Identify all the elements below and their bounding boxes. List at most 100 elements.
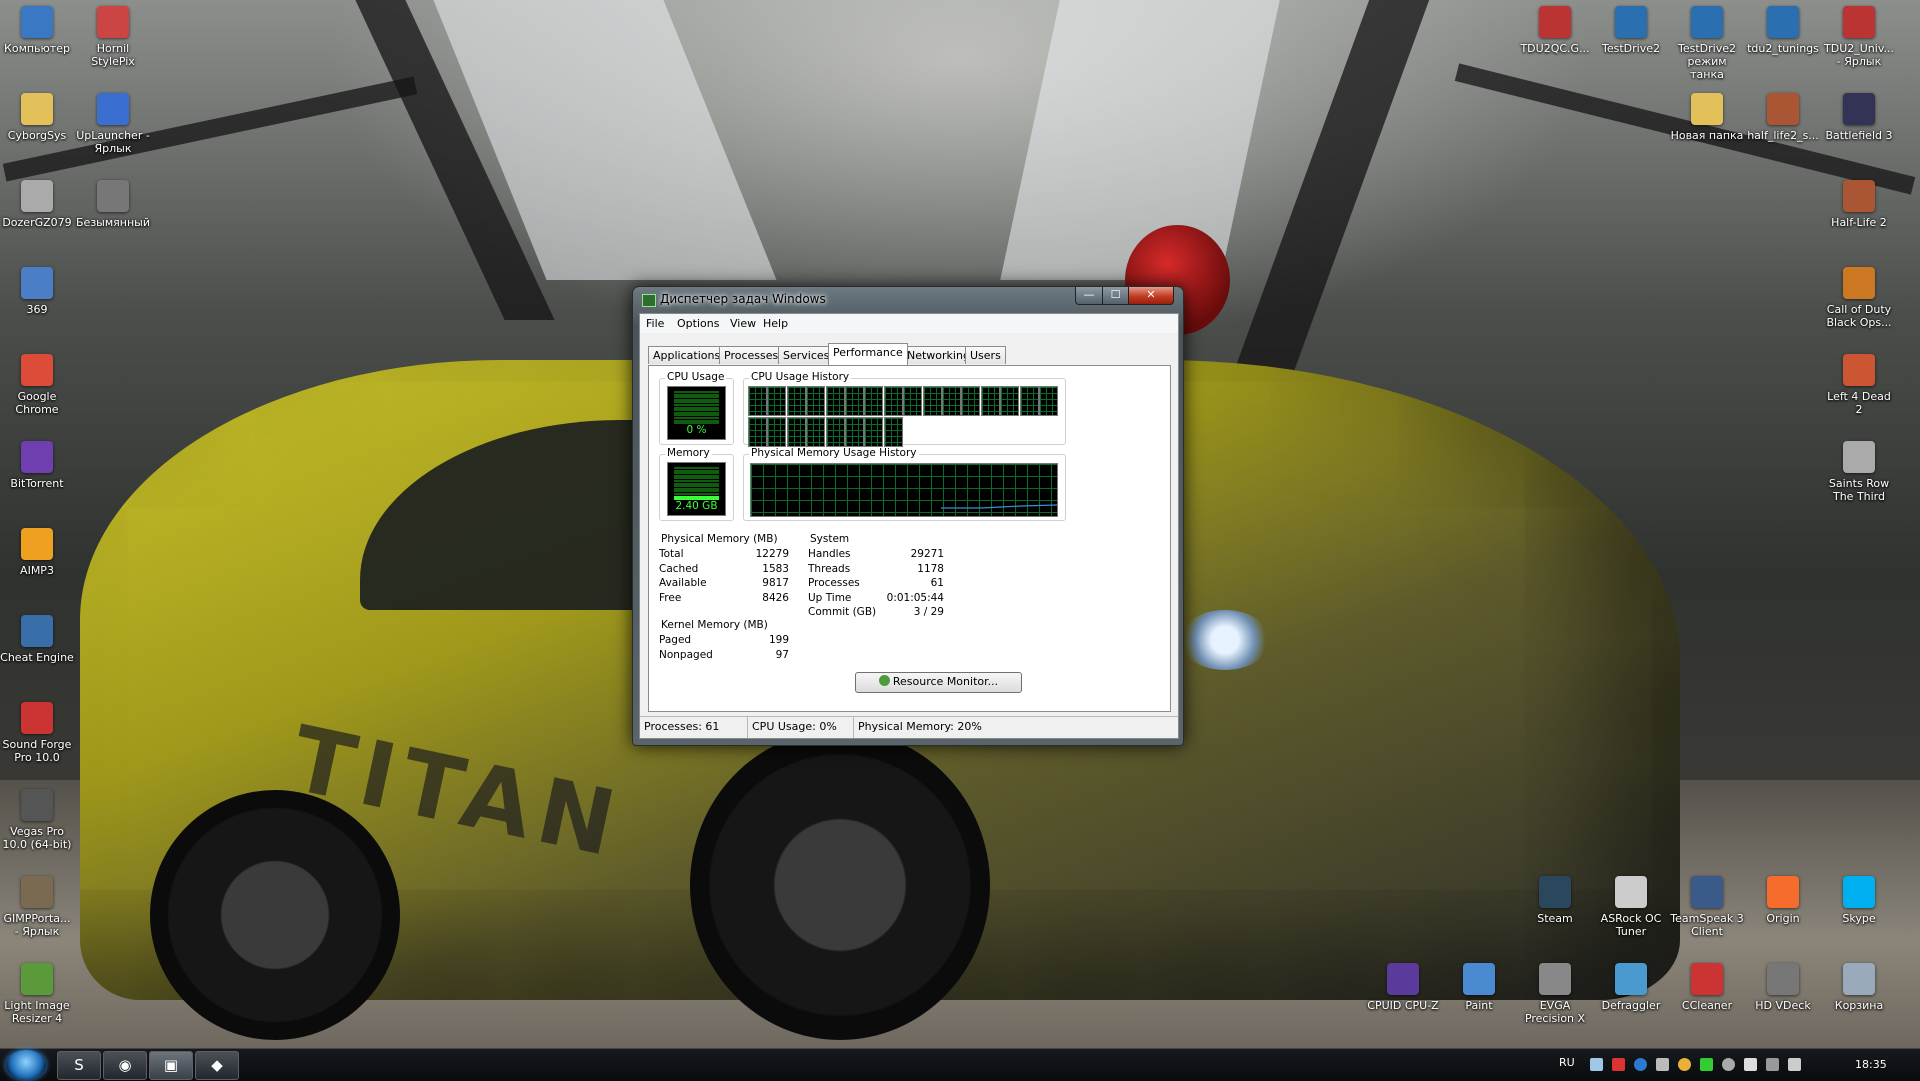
desktop-icon-left-4-dead-2[interactable]: Left 4 Dead 2 — [1822, 354, 1896, 416]
desktop-icon-steam[interactable]: Steam — [1518, 876, 1592, 925]
tray-icon[interactable] — [1590, 1058, 1603, 1071]
menu-file[interactable]: File — [646, 317, 664, 330]
desktop-icon-tdu2-univ-ярлык[interactable]: TDU2_Univ... - Ярлык — [1822, 6, 1896, 68]
desktop-icon-cyborgsys[interactable]: CyborgSys — [0, 93, 74, 142]
volume-icon[interactable] — [1788, 1058, 1801, 1071]
minimize-button[interactable]: — — [1075, 287, 1103, 305]
window-client-area: File Options View Help Applications Proc… — [639, 313, 1179, 739]
tab-users[interactable]: Users — [965, 346, 1006, 364]
action-center-flag-icon[interactable] — [1744, 1058, 1757, 1071]
memory-meter-bars — [674, 467, 719, 501]
desktop-icon-testdrive2[interactable]: TestDrive2 — [1594, 6, 1668, 55]
stat-value: 1583 — [762, 562, 789, 575]
window-titlebar[interactable]: Диспетчер задач Windows — ☐ ✕ — [633, 287, 1183, 313]
cod-icon — [1843, 267, 1875, 299]
desktop-icon-label: Cheat Engine — [0, 651, 74, 664]
desktop-icon-ccleaner[interactable]: CCleaner — [1670, 963, 1744, 1012]
desktop-icon-half-life-2[interactable]: Half-Life 2 — [1822, 180, 1896, 229]
desktop-icon-безымянный[interactable]: Безымянный — [76, 180, 150, 229]
tab-applications[interactable]: Applications — [648, 346, 726, 364]
desktop-icon-vegas-pro-10-0-64-bit[interactable]: Vegas Pro 10.0 (64-bit) — [0, 789, 74, 851]
desktop-icon-origin[interactable]: Origin — [1746, 876, 1820, 925]
tray-icon[interactable] — [1656, 1058, 1669, 1071]
taskbar-game-button[interactable]: ◆ — [195, 1051, 239, 1080]
tray-icon[interactable] — [1722, 1058, 1735, 1071]
stat-row: Handles 29271 — [808, 547, 944, 562]
cpu-history-group: CPU Usage History — [743, 371, 1066, 447]
tab-services[interactable]: Services — [778, 346, 835, 364]
stat-name: Paged — [659, 634, 692, 647]
desktop-icon-369[interactable]: 369 — [0, 267, 74, 316]
cpu-core-graph — [883, 386, 903, 416]
menu-view[interactable]: View — [730, 317, 756, 330]
desktop-icon-bittorrent[interactable]: BitTorrent — [0, 441, 74, 490]
stat-name: Total — [659, 548, 684, 561]
menu-options[interactable]: Options — [677, 317, 719, 330]
tab-networking[interactable]: Networking — [902, 346, 975, 364]
desktop-icon-label: Новая папка — [1670, 129, 1744, 142]
wallpaper-wheel — [690, 730, 990, 1040]
desktop-icon-gimpporta-ярлык[interactable]: GIMPPorta... - Ярлык — [0, 876, 74, 938]
memory-history-label: Physical Memory Usage History — [749, 447, 919, 459]
hdvdeck-icon — [1767, 963, 1799, 995]
ccleaner-icon — [1691, 963, 1723, 995]
desktop-icon-label: Steam — [1537, 912, 1573, 925]
desktop-icon-skype[interactable]: Skype — [1822, 876, 1896, 925]
desktop-icon-корзина[interactable]: Корзина — [1822, 963, 1896, 1012]
desktop-icon-saints-row-the-third[interactable]: Saints Row The Third — [1822, 441, 1896, 503]
desktop-icon-google-chrome[interactable]: Google Chrome — [0, 354, 74, 416]
battlefield-icon — [1843, 93, 1875, 125]
desktop-icon-dozergz079[interactable]: DozerGZ079 — [0, 180, 74, 229]
desktop-icon-light-image-resizer-4[interactable]: Light Image Resizer 4 — [0, 963, 74, 1025]
desktop-icon-label: Saints Row The Third — [1828, 477, 1890, 503]
tab-processes[interactable]: Processes — [719, 346, 784, 364]
desktop-icon-paint[interactable]: Paint — [1442, 963, 1516, 1012]
language-indicator[interactable]: RU — [1559, 1056, 1575, 1069]
stat-value: 1178 — [917, 562, 944, 575]
desktop-icon-teamspeak-3-client[interactable]: TeamSpeak 3 Client — [1670, 876, 1744, 938]
desktop-icon-tdu2-tunings[interactable]: tdu2_tunings — [1746, 6, 1820, 55]
desktop-icon-evga-precision-x[interactable]: EVGA Precision X — [1518, 963, 1592, 1025]
stat-value: 3 / 29 — [913, 606, 944, 619]
cpu-core-graph — [961, 386, 981, 416]
tray-icon[interactable] — [1678, 1058, 1691, 1071]
desktop-icon-call-of-duty-black-ops[interactable]: Call of Duty Black Ops... — [1822, 267, 1896, 329]
menu-help[interactable]: Help — [763, 317, 788, 330]
desktop-icon-cpuid-cpu-z[interactable]: CPUID CPU-Z — [1366, 963, 1440, 1012]
desktop-icon-hornil-stylepix[interactable]: Hornil StylePix — [76, 6, 150, 68]
desktop-icon-новая-папка[interactable]: Новая папка — [1670, 93, 1744, 142]
resource-monitor-button[interactable]: Resource Monitor... — [855, 672, 1022, 693]
desktop-icon-uplauncher-ярлык[interactable]: UpLauncher - Ярлык — [76, 93, 150, 155]
physical-memory-group: Physical Memory (MB) Total 12279 Cached 15… — [659, 533, 794, 604]
desktop-icon-sound-forge-pro-10-0[interactable]: Sound Forge Pro 10.0 — [0, 702, 74, 764]
tray-icon[interactable] — [1612, 1058, 1625, 1071]
desktop-icon-defraggler[interactable]: Defraggler — [1594, 963, 1668, 1012]
close-button[interactable]: ✕ — [1128, 287, 1174, 305]
desktop-icon-tdu2qc-g[interactable]: TDU2QC.G... — [1518, 6, 1592, 55]
physical-memory-label: Physical Memory (MB) — [659, 533, 780, 545]
tray-icon[interactable] — [1634, 1058, 1647, 1071]
desktop-icon-cheat-engine[interactable]: Cheat Engine — [0, 615, 74, 664]
desktop-icon-компьютер[interactable]: Компьютер — [0, 6, 74, 55]
desktop-icon-aimp3[interactable]: AIMP3 — [0, 528, 74, 577]
desktop-icon-hd-vdeck[interactable]: HD VDeck — [1746, 963, 1820, 1012]
start-button[interactable] — [6, 1050, 46, 1080]
stat-name: Handles — [808, 548, 851, 561]
taskbar-taskmgr-button[interactable]: ▣ — [149, 1051, 193, 1080]
gimp-icon — [21, 876, 53, 908]
desktop-icon-asrock-oc-tuner[interactable]: ASRock OC Tuner — [1594, 876, 1668, 938]
desktop-icon-battlefield-3[interactable]: Battlefield 3 — [1822, 93, 1896, 142]
tab-performance[interactable]: Performance — [828, 343, 908, 365]
desktop-icon-label: Google Chrome — [15, 390, 59, 416]
taskbar-chrome-button[interactable]: ◉ — [103, 1051, 147, 1080]
cpu-usage-value: 0 % — [686, 424, 707, 436]
desktop-icon-half-life2-s[interactable]: half_life2_s... — [1746, 93, 1820, 142]
tray-icon[interactable] — [1700, 1058, 1713, 1071]
taskbar-skype-button[interactable]: S — [57, 1051, 101, 1080]
desktop-icon-testdrive2-режим-танка[interactable]: TestDrive2 режим танка — [1670, 6, 1744, 81]
system-group: System Handles 29271 Threads 1178 Processe… — [808, 533, 948, 618]
task-manager-window[interactable]: Диспетчер задач Windows — ☐ ✕ File Optio… — [632, 286, 1184, 746]
network-icon[interactable] — [1766, 1058, 1779, 1071]
maximize-button[interactable]: ☐ — [1102, 287, 1129, 305]
clock[interactable]: 18:35 — [1855, 1058, 1887, 1071]
